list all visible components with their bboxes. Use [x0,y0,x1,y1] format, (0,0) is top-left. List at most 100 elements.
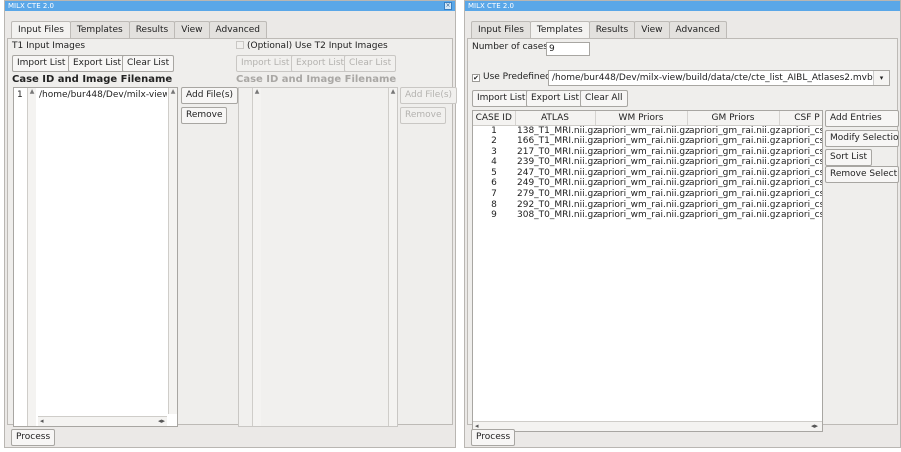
table-row[interactable]: 7 279_T0_MRI.nii.gz apriori_wm_rai.nii.gz a… [473,189,822,200]
tab-advanced[interactable]: Advanced [668,21,728,39]
templates-horizontal-scrollbar[interactable]: ◂ ◂▸ [473,421,822,431]
list-item[interactable]: /home/bur448/Dev/milx-view [39,90,167,100]
table-cell: apriori_gm_rai.nii.gz [689,189,781,200]
cte-window-input-files: MILX CTE 2.0 × Input Files Templates Res… [4,0,458,448]
t1-horizontal-scrollbar[interactable]: ◂ ◂▸ [38,416,167,426]
chevron-right-icon[interactable]: ◂▸ [158,417,165,426]
t2-option[interactable]: (Optional) Use T2 Input Images [236,41,388,51]
chevron-right-icon[interactable]: ◂▸ [811,422,818,431]
table-cell: 9 [491,210,497,221]
process-button[interactable]: Process [11,429,56,446]
t2-add-files-button[interactable]: Add File(s) [400,87,458,104]
tab-bar: Input Files Templates Results View Advan… [471,21,728,40]
number-of-cases-field[interactable]: 9 [546,42,590,56]
t1-export-list-button[interactable]: Export List [68,55,127,72]
t2-export-list-button[interactable]: Export List [291,55,350,72]
tab-results[interactable]: Results [588,21,636,39]
tab-input-files[interactable]: Input Files [471,21,531,39]
t2-file-list[interactable]: ▲ ▲ [238,87,398,427]
table-cell: 138_T1_MRI.nii.gz [517,125,598,136]
table-cell: apriori_gm_rai.nii.gz [689,157,781,168]
use-predefined-option[interactable]: ✔ Use Predefined [472,72,551,82]
table-cell: apriori_wm_rai.nii.gz [597,178,690,189]
table-cell: 247_T0_MRI.nii.gz [517,167,598,178]
column-header[interactable]: CSF P [779,111,822,126]
table-cell: apriori_wm_rai.nii.gz [597,199,690,210]
tab-results[interactable]: Results [128,21,176,39]
chevron-up-icon[interactable]: ▲ [253,88,261,96]
predefined-path-select[interactable]: /home/bur448/Dev/milx-view/build/data/ct… [548,70,890,86]
table-cell: apriori_csf [781,167,823,178]
table-cell: apriori_wm_rai.nii.gz [597,157,690,168]
table-row[interactable]: 1 138_T1_MRI.nii.gz apriori_wm_rai.nii.gz a… [473,125,823,136]
table-row[interactable]: 4 239_T0_MRI.nii.gz apriori_wm_rai.nii.gz a… [473,157,822,168]
column-header[interactable]: GM Priors [687,111,780,126]
column-header[interactable]: ATLAS [515,111,596,126]
table-row[interactable]: 5 247_T0_MRI.nii.gz apriori_wm_rai.nii.gz a… [473,167,823,179]
templates-panel: Number of cases 9 ✔ Use Predefined /home/… [467,38,899,432]
import-list-button[interactable]: Import List [472,90,531,107]
table-row[interactable]: 2 166_T1_MRI.nii.gz apriori_wm_rai.nii.gz a… [473,136,822,147]
t1-import-list-button[interactable]: Import List [12,55,71,72]
table-cell: 166_T1_MRI.nii.gz [517,136,598,147]
templates-table[interactable]: CASE ID ATLAS WM Priors GM Priors CSF P 1 138… [472,110,823,432]
t2-checkbox[interactable] [236,41,244,49]
chevron-left-icon[interactable]: ◂ [40,417,44,425]
table-cell: apriori_wm_rai.nii.gz [597,125,690,136]
chevron-down-icon[interactable]: ▾ [873,71,889,85]
chevron-up-icon[interactable]: ▲ [169,88,177,96]
table-cell: 292_T0_MRI.nii.gz [517,199,598,210]
add-entries-button[interactable]: Add Entries [825,110,899,127]
tab-templates[interactable]: Templates [69,21,130,39]
column-header[interactable]: WM Priors [595,111,688,126]
modify-selection-button[interactable]: Modify Selection [825,130,899,147]
table-cell: apriori_gm_rai.nii.gz [689,125,781,136]
tab-view[interactable]: View [634,21,670,39]
remove-button[interactable]: Remove [181,107,227,124]
table-cell: 8 [491,199,497,210]
table-cell: 279_T0_MRI.nii.gz [517,189,598,200]
input-files-panel: T1 Input Images Import List Export List … [7,38,458,427]
window-title: MILX CTE 2.0 [8,2,54,10]
use-predefined-checkbox[interactable]: ✔ [472,74,480,82]
t2-import-list-button[interactable]: Import List [236,55,295,72]
table-cell: apriori_gm_rai.nii.gz [689,167,781,178]
t2-clear-list-button[interactable]: Clear List [344,55,397,72]
tab-view[interactable]: View [174,21,210,39]
table-cell: 3 [491,146,497,157]
close-icon[interactable]: × [444,2,452,10]
t1-right-scrollbar[interactable]: ▲ [168,88,177,414]
t1-clear-list-button[interactable]: Clear List [122,55,175,72]
table-cell: apriori_wm_rai.nii.gz [597,210,690,221]
table-row[interactable]: 6 249_T0_MRI.nii.gz apriori_wm_rai.nii.gz a… [473,178,823,189]
table-cell: apriori_csf [781,178,823,189]
table-row[interactable]: 9 308_T0_MRI.nii.gz apriori_wm_rai.nii.gz a… [473,210,822,221]
chevron-up-icon[interactable]: ▲ [28,88,36,96]
use-predefined-label: Use Predefined [483,72,551,82]
table-cell: 5 [491,167,497,178]
table-cell: apriori_gm_rai.nii.gz [689,210,781,221]
t2-remove-button[interactable]: Remove [400,107,446,124]
t2-left-scrollbar[interactable]: ▲ [252,88,261,426]
table-cell: 239_T0_MRI.nii.gz [517,157,598,168]
sort-list-button[interactable]: Sort List [825,149,873,166]
window-titlebar[interactable]: MILX CTE 2.0 × [5,1,455,11]
chevron-up-icon[interactable]: ▲ [389,88,397,96]
t1-file-list[interactable]: 1 ▲ /home/bur448/Dev/milx-view ▲ ◂ ◂▸ [13,87,178,427]
window-titlebar[interactable]: MILX CTE 2.0 [465,1,900,11]
t2-right-scrollbar[interactable]: ▲ [388,88,397,426]
table-cell: 249_T0_MRI.nii.gz [517,178,598,189]
table-row[interactable]: 3 217_T0_MRI.nii.gz apriori_wm_rai.nii.gz a… [473,146,822,158]
add-files-button[interactable]: Add File(s) [181,87,239,104]
export-list-button[interactable]: Export List [526,90,585,107]
clear-all-button[interactable]: Clear All [580,90,628,107]
t1-left-scrollbar[interactable]: ▲ [27,88,36,426]
list-item-index: 1 [17,90,23,100]
remove-selection-button[interactable]: Remove Selection [825,166,899,183]
process-button[interactable]: Process [471,429,516,446]
table-cell: 4 [491,157,497,168]
table-row[interactable]: 8 292_T0_MRI.nii.gz apriori_wm_rai.nii.gz a… [473,199,822,211]
table-cell: apriori_csf [781,125,823,136]
column-header[interactable]: CASE ID [473,111,516,126]
tab-advanced[interactable]: Advanced [208,21,268,39]
